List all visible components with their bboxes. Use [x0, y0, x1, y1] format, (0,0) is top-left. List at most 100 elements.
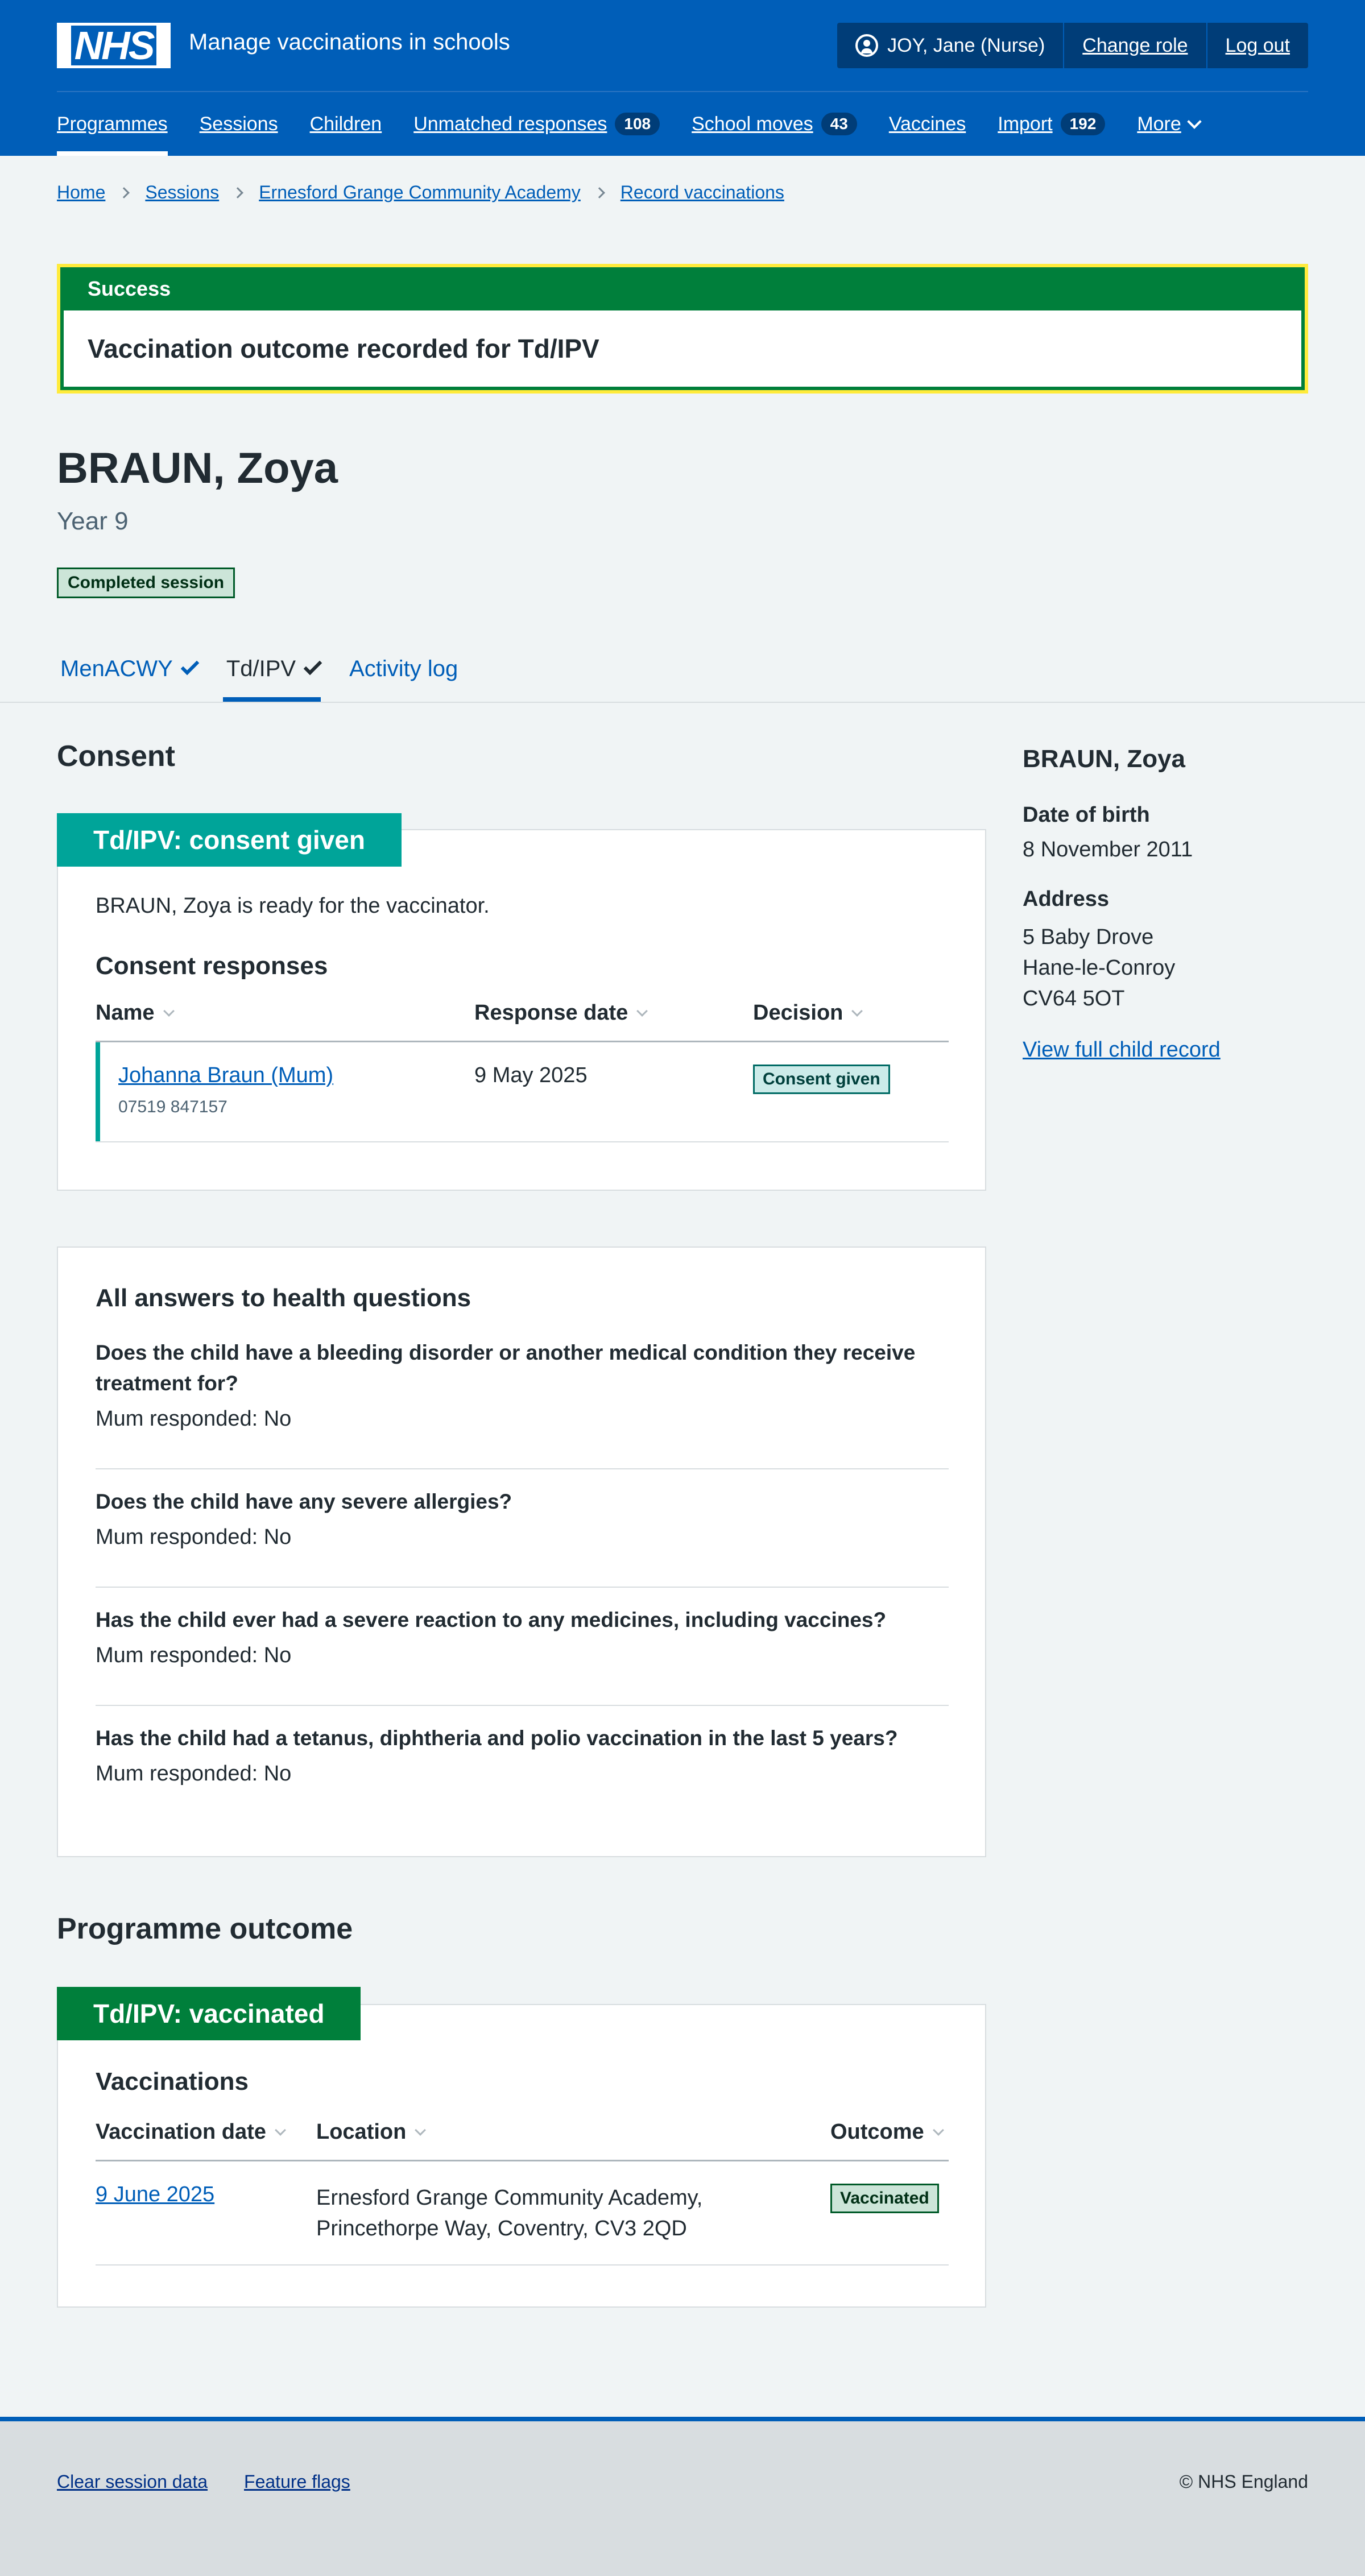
breadcrumb-sessions[interactable]: Sessions: [145, 182, 219, 203]
divider: [96, 1705, 949, 1706]
consent-card: BRAUN, Zoya is ready for the vaccinator.…: [57, 829, 986, 1191]
vaccination-location: Ernesford Grange Community Academy, Prin…: [316, 2182, 702, 2244]
column-header-location[interactable]: Location: [316, 2120, 427, 2144]
vaccinations-table: Vaccination date Location Outcome 9 June…: [96, 2120, 949, 2279]
clear-session-data-link[interactable]: Clear session data: [57, 2471, 208, 2492]
location-line: Princethorpe Way, Coventry, CV3 2QD: [316, 2217, 687, 2240]
health-question-item: Does the child have a bleeding disorder …: [96, 1337, 949, 1431]
copyright: © NHS England: [1179, 2471, 1308, 2492]
tab-activity-log[interactable]: Activity log: [346, 636, 461, 702]
tab-label[interactable]: MenACWY: [60, 656, 173, 682]
banner-message: Vaccination outcome recorded for Td/IPV: [64, 310, 1301, 387]
consent-card-title: Td/IPV: consent given: [57, 813, 402, 867]
chevron-right-icon: [232, 187, 244, 198]
view-full-child-record-link[interactable]: View full child record: [1023, 1038, 1221, 1062]
tab-menacwy[interactable]: MenACWY: [57, 636, 200, 702]
address-line: Hane-le-Conroy: [1023, 956, 1176, 980]
sort-icon: [932, 2124, 944, 2136]
dob-value: 8 November 2011: [1023, 838, 1193, 862]
nav-item-programmes[interactable]: Programmes: [57, 92, 168, 156]
nav-item-label[interactable]: Sessions: [200, 113, 278, 135]
health-question: Has the child ever had a severe reaction…: [96, 1608, 887, 1631]
nav-item-label[interactable]: Programmes: [57, 113, 168, 135]
health-question: Has the child had a tetanus, diphtheria …: [96, 1726, 898, 1750]
user-icon: [855, 34, 879, 57]
tick-icon: [303, 656, 322, 676]
consent-heading: Consent: [57, 740, 175, 773]
account-user-name: JOY, Jane (Nurse): [887, 34, 1045, 56]
address-label: Address: [1023, 887, 1110, 911]
nav-item-label[interactable]: Children: [310, 113, 382, 135]
vaccination-date-link[interactable]: 9 June 2025: [96, 2182, 214, 2207]
address-line: 5 Baby Drove: [1023, 925, 1154, 949]
chevron-right-icon: [593, 187, 605, 198]
sort-icon: [415, 2124, 427, 2136]
health-answer: Mum responded: No: [96, 1643, 292, 1667]
column-header-response-date[interactable]: Response date: [474, 1001, 648, 1025]
divider: [96, 1468, 949, 1469]
health-question-item: Does the child have any severe allergies…: [96, 1486, 949, 1550]
consent-response-date: 9 May 2025: [474, 1063, 588, 1087]
health-questions-card: All answers to health questions Does the…: [57, 1246, 986, 1857]
table-header-rule: [96, 1041, 949, 1042]
nav-item-label[interactable]: Unmatched responses: [413, 113, 607, 135]
breadcrumb-record-vaccinations[interactable]: Record vaccinations: [621, 182, 784, 203]
service-name[interactable]: Manage vaccinations in schools: [189, 30, 510, 55]
sort-icon: [274, 2124, 286, 2136]
nav-item-children[interactable]: Children: [310, 92, 382, 156]
tick-icon: [180, 656, 200, 676]
tab-label[interactable]: Activity log: [349, 656, 458, 682]
sort-icon: [851, 1005, 863, 1017]
health-question: Does the child have any severe allergies…: [96, 1490, 512, 1513]
nav-item-label[interactable]: More: [1137, 113, 1181, 135]
account-user: JOY, Jane (Nurse): [837, 23, 1063, 68]
site-footer: Clear session data Feature flags © NHS E…: [0, 2417, 1365, 2576]
consent-response-name-link[interactable]: Johanna Braun (Mum): [118, 1063, 333, 1088]
chevron-down-icon: [1187, 114, 1202, 129]
count-badge: 43: [821, 113, 857, 135]
tab-td-ipv[interactable]: Td/IPV: [222, 636, 322, 702]
vaccinations-heading: Vaccinations: [96, 2068, 249, 2095]
consent-responses-table: Name Response date Decision Johanna Brau…: [96, 1001, 949, 1160]
tabs-divider: [0, 702, 1365, 703]
log-out-link[interactable]: Log out: [1226, 35, 1290, 57]
breadcrumb-home[interactable]: Home: [57, 182, 105, 203]
site-header: NHS Manage vaccinations in schools JOY, …: [0, 0, 1365, 156]
success-banner: Success Vaccination outcome recorded for…: [57, 264, 1308, 394]
sidebar: BRAUN, Zoya Date of birth 8 November 201…: [1023, 745, 1221, 1062]
health-answer: Mum responded: No: [96, 1525, 292, 1549]
column-header-name[interactable]: Name: [96, 1001, 175, 1025]
outcome-card-title: Td/IPV: vaccinated: [57, 1987, 361, 2040]
nav-item-label[interactable]: School moves: [692, 113, 813, 135]
consent-responses-heading: Consent responses: [96, 952, 328, 980]
breadcrumb-school[interactable]: Ernesford Grange Community Academy: [259, 182, 581, 203]
table-header-rule: [96, 2160, 949, 2161]
nhs-logo[interactable]: NHS: [57, 23, 171, 68]
change-role-link[interactable]: Change role: [1082, 35, 1188, 57]
programme-outcome-heading: Programme outcome: [57, 1912, 353, 1945]
sidebar-child-name: BRAUN, Zoya: [1023, 745, 1186, 773]
nav-item-vaccines[interactable]: Vaccines: [889, 92, 966, 156]
column-header-vaccination-date[interactable]: Vaccination date: [96, 2120, 286, 2144]
tab-label[interactable]: Td/IPV: [226, 656, 296, 682]
primary-nav: Programmes Sessions Children Unmatched r…: [57, 92, 1308, 156]
nav-item-label[interactable]: Vaccines: [889, 113, 966, 135]
address-line: CV64 5OT: [1023, 987, 1125, 1010]
nav-item-unmatched-responses[interactable]: Unmatched responses 108: [413, 92, 660, 156]
session-status-tag: Completed session: [57, 568, 235, 598]
feature-flags-link[interactable]: Feature flags: [244, 2471, 350, 2492]
nav-item-school-moves[interactable]: School moves 43: [692, 92, 857, 156]
account-bar: JOY, Jane (Nurse) Change role Log out: [837, 23, 1308, 68]
health-question-item: Has the child ever had a severe reaction…: [96, 1605, 949, 1668]
count-badge: 108: [615, 113, 660, 135]
dob-label: Date of birth: [1023, 803, 1150, 827]
nav-item-more[interactable]: More: [1137, 92, 1202, 156]
count-badge: 192: [1060, 113, 1106, 135]
column-header-outcome[interactable]: Outcome: [830, 2120, 944, 2144]
nav-item-label[interactable]: Import: [998, 113, 1052, 135]
nav-item-sessions[interactable]: Sessions: [200, 92, 278, 156]
nav-item-import[interactable]: Import 192: [998, 92, 1106, 156]
chevron-right-icon: [118, 187, 130, 198]
programme-tabs: MenACWY Td/IPV Activity log: [57, 636, 486, 702]
column-header-decision[interactable]: Decision: [753, 1001, 863, 1025]
